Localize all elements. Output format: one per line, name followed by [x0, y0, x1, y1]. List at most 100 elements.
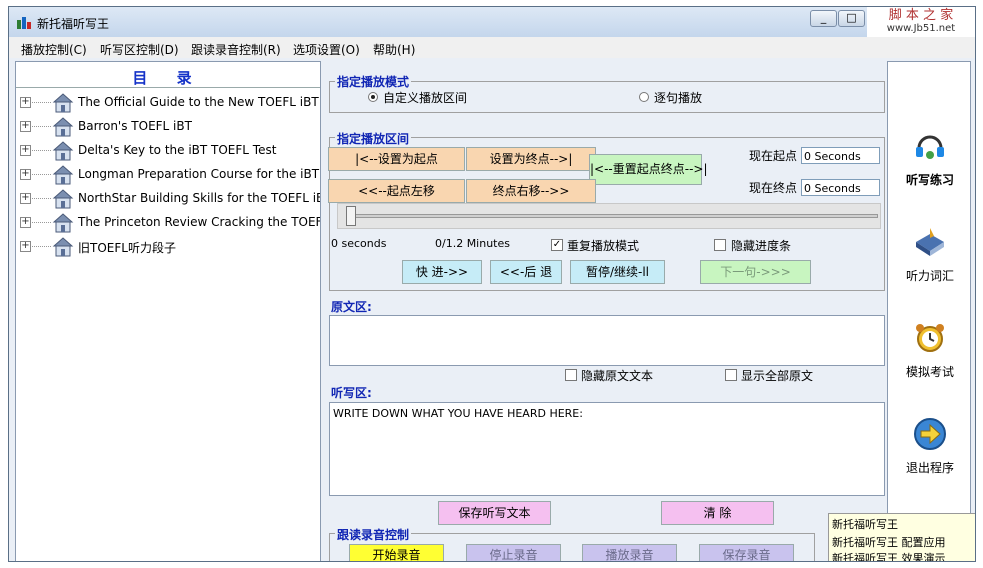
menu-playback[interactable]: 播放控制(C): [21, 41, 87, 58]
tree-node-label: The Official Guide to the New TOEFL iBT: [78, 95, 319, 109]
book-icon: [916, 228, 944, 256]
move-start-left-button[interactable]: <<--起点左移: [328, 179, 465, 203]
title-bar: 新托福听写王 _ □ 脚 本 之 家 www.Jb51.net: [9, 7, 975, 37]
fast-forward-button[interactable]: 快 进->>: [402, 260, 482, 284]
play-recording-button[interactable]: 播放录音: [582, 544, 677, 561]
pause-resume-button[interactable]: 暂停/继续-ll: [570, 260, 665, 284]
tree-node[interactable]: + The Official Guide to the New TOEFL iBT: [16, 92, 320, 114]
minimize-button[interactable]: _: [810, 10, 837, 27]
tree-connector: [32, 174, 51, 175]
start-point-field[interactable]: 0 Seconds: [801, 147, 880, 164]
expand-toggle[interactable]: +: [20, 145, 31, 156]
dictation-text-area[interactable]: WRITE DOWN WHAT YOU HAVE HEARD HERE:: [329, 402, 885, 496]
end-point-label: 现在终点: [749, 181, 798, 195]
nav-exit-program[interactable]: 退出程序: [888, 416, 972, 476]
expand-toggle[interactable]: +: [20, 97, 31, 108]
tree-node[interactable]: + NorthStar Building Skills for the TOEFL…: [16, 188, 321, 210]
custom-range-radio[interactable]: [368, 92, 378, 102]
expand-toggle[interactable]: +: [20, 121, 31, 132]
catalog-tree: 目 录 + The Official Guide to the New TOEFL…: [15, 61, 321, 561]
tree-connector: [32, 126, 51, 127]
sentence-mode-radio[interactable]: [639, 92, 649, 102]
tree-node-label: Delta's Key to the iBT TOEFL Test: [78, 143, 277, 157]
house-icon: [52, 213, 74, 233]
sentence-mode-label: 逐句播放: [654, 91, 703, 105]
save-dictation-button[interactable]: 保存听写文本: [438, 501, 551, 525]
current-position: 0 seconds: [331, 237, 387, 250]
nav-mock-exam[interactable]: 模拟考试: [888, 320, 972, 380]
tree-node[interactable]: + The Princeton Review Cracking the TOEFL…: [16, 212, 320, 234]
menu-dictation[interactable]: 听写区控制(D): [100, 41, 179, 58]
clear-dictation-button[interactable]: 清 除: [661, 501, 774, 525]
end-point-field[interactable]: 0 Seconds: [801, 179, 880, 196]
nav-exit-program-label: 退出程序: [905, 461, 954, 475]
alarm-clock-icon: [916, 324, 944, 352]
hide-progress-checkbox[interactable]: [714, 239, 726, 251]
popup-balloon: 新托福听写王 新托福听写王 配置应用 新托福听写王 效果演示: [828, 513, 975, 562]
right-nav-panel: 听写练习 听力词汇 模拟考试 退出程序: [887, 61, 972, 561]
maximize-button[interactable]: □: [838, 10, 865, 27]
tree-node-label: NorthStar Building Skills for the TOEFL …: [78, 191, 321, 205]
house-icon: [52, 141, 74, 161]
original-text-area[interactable]: [329, 315, 885, 366]
tree-connector: [32, 150, 51, 151]
move-end-right-button[interactable]: 终点右移-->>: [466, 179, 596, 203]
nav-dictation-practice[interactable]: 听写练习: [888, 128, 972, 188]
play-range-title: 指定播放区间: [335, 130, 412, 147]
stop-recording-button[interactable]: 停止录音: [466, 544, 561, 561]
show-all-original-checkbox[interactable]: [725, 369, 737, 381]
nav-listening-vocabulary[interactable]: 听力词汇: [888, 224, 972, 284]
balloon-line-3: 新托福听写王 效果演示: [832, 552, 946, 562]
set-start-button[interactable]: |<--设置为起点: [328, 147, 465, 171]
tree-node[interactable]: + 旧TOEFL听力段子: [16, 236, 320, 258]
tree-connector: [32, 222, 51, 223]
reset-range-button[interactable]: |<--重置起点终点-->|: [589, 154, 708, 185]
start-point-label: 现在起点: [749, 149, 798, 163]
house-icon: [52, 165, 74, 185]
main-panel: 指定播放模式 自定义播放区间 逐句播放 指定播放区间 |<--设置为起点 设置为…: [327, 61, 887, 561]
app-icon: [17, 17, 31, 29]
expand-toggle[interactable]: +: [20, 217, 31, 228]
tree-node[interactable]: + Longman Preparation Course for the iBT …: [16, 164, 320, 186]
house-icon: [52, 117, 74, 137]
show-all-original-label: 显示全部原文: [741, 369, 814, 383]
expand-toggle[interactable]: +: [20, 193, 31, 204]
nav-mock-exam-label: 模拟考试: [905, 365, 954, 379]
duration-readout: 0/1.2 Minutes: [435, 237, 510, 250]
watermark-logo: 脚 本 之 家 www.Jb51.net: [867, 7, 975, 37]
next-sentence-button[interactable]: 下一句->>>: [700, 260, 811, 284]
rewind-button[interactable]: <<-后 退: [490, 260, 562, 284]
repeat-mode-label: 重复播放模式: [567, 239, 640, 253]
nav-listening-vocabulary-label: 听力词汇: [905, 269, 954, 283]
custom-range-label: 自定义播放区间: [383, 91, 468, 105]
menu-bar: 播放控制(C) 听写区控制(D) 跟读录音控制(R) 选项设置(O) 帮助(H): [9, 37, 975, 58]
tree-connector: [32, 102, 51, 103]
headset-icon: [916, 135, 944, 159]
menu-options[interactable]: 选项设置(O): [293, 41, 360, 58]
window-title: 新托福听写王: [37, 17, 110, 31]
menu-help[interactable]: 帮助(H): [373, 41, 415, 58]
expand-toggle[interactable]: +: [20, 241, 31, 252]
save-recording-button[interactable]: 保存录音: [699, 544, 794, 561]
expand-toggle[interactable]: +: [20, 169, 31, 180]
tree-connector: [32, 246, 51, 247]
tree-node[interactable]: + Delta's Key to the iBT TOEFL Test: [16, 140, 320, 162]
original-text-title: 原文区:: [329, 298, 374, 315]
playback-slider[interactable]: [337, 203, 881, 229]
set-end-button[interactable]: 设置为终点-->|: [466, 147, 596, 171]
repeat-mode-checkbox[interactable]: ✓: [551, 239, 563, 251]
play-mode-title: 指定播放模式: [335, 73, 412, 90]
house-icon: [52, 237, 74, 257]
tree-node[interactable]: + Barron's TOEFL iBT: [16, 116, 320, 138]
catalog-divider: [16, 87, 320, 88]
exit-arrow-icon: [914, 418, 946, 450]
hide-original-checkbox[interactable]: [565, 369, 577, 381]
catalog-title: 目 录: [132, 69, 204, 87]
menu-recording[interactable]: 跟读录音控制(R): [191, 41, 281, 58]
tree-node-label: 旧TOEFL听力段子: [78, 241, 176, 255]
tree-node-label: Longman Preparation Course for the iBT T…: [78, 167, 320, 181]
tree-node-label: The Princeton Review Cracking the TOEFL …: [78, 215, 320, 229]
start-recording-button[interactable]: 开始录音: [349, 544, 444, 561]
slider-thumb[interactable]: [346, 206, 356, 226]
house-icon: [52, 189, 74, 209]
